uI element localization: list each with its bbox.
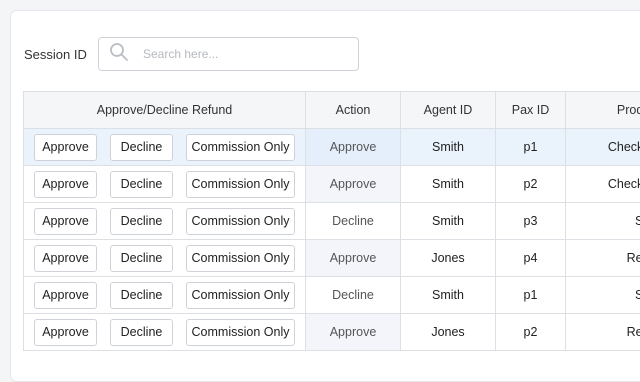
- session-id-label: Session ID: [24, 47, 98, 62]
- refund-buttons-cell: Approve Decline Commission Only: [24, 240, 306, 277]
- decline-button[interactable]: Decline: [110, 171, 173, 198]
- header-agent-id[interactable]: Agent ID: [401, 92, 496, 129]
- decline-button[interactable]: Decline: [110, 319, 173, 346]
- session-search-box[interactable]: [98, 37, 359, 71]
- commission-only-button[interactable]: Commission Only: [186, 208, 295, 235]
- agent-id-cell[interactable]: Jones: [401, 240, 496, 277]
- commission-only-button[interactable]: Commission Only: [186, 319, 295, 346]
- refund-buttons-cell: Approve Decline Commission Only: [24, 203, 306, 240]
- search-icon: [109, 42, 129, 67]
- refund-table: Approve/Decline Refund Action Agent ID P…: [23, 91, 640, 351]
- action-cell[interactable]: Approve: [306, 166, 401, 203]
- header-pax-id[interactable]: Pax ID: [496, 92, 566, 129]
- commission-only-button[interactable]: Commission Only: [186, 134, 295, 161]
- table-row[interactable]: ApproveDeclineCommission OnlyApproveSmit…: [24, 129, 640, 166]
- action-cell[interactable]: Approve: [306, 240, 401, 277]
- approve-button[interactable]: Approve: [34, 134, 97, 161]
- pax-id-cell[interactable]: p3: [496, 203, 566, 240]
- pax-id-cell[interactable]: p1: [496, 277, 566, 314]
- commission-only-button[interactable]: Commission Only: [186, 245, 295, 272]
- approve-button[interactable]: Approve: [34, 319, 97, 346]
- table-row[interactable]: ApproveDeclineCommission OnlyApproveSmit…: [24, 166, 640, 203]
- agent-id-cell[interactable]: Smith: [401, 129, 496, 166]
- pax-id-cell[interactable]: p2: [496, 166, 566, 203]
- commission-only-button[interactable]: Commission Only: [186, 282, 295, 309]
- table-row[interactable]: ApproveDeclineCommission OnlyDeclineSmit…: [24, 203, 640, 240]
- approve-button[interactable]: Approve: [34, 208, 97, 235]
- decline-button[interactable]: Decline: [110, 208, 173, 235]
- product-cell[interactable]: Refun: [566, 314, 640, 351]
- agent-id-cell[interactable]: Smith: [401, 166, 496, 203]
- pax-id-cell[interactable]: p4: [496, 240, 566, 277]
- table-row[interactable]: ApproveDeclineCommission OnlyDeclineSmit…: [24, 277, 640, 314]
- action-cell[interactable]: Approve: [306, 129, 401, 166]
- refund-buttons-cell: Approve Decline Commission Only: [24, 129, 306, 166]
- table-header-row: Approve/Decline Refund Action Agent ID P…: [24, 92, 640, 129]
- header-approve-decline[interactable]: Approve/Decline Refund: [24, 92, 306, 129]
- approve-button[interactable]: Approve: [34, 245, 97, 272]
- refund-buttons-cell: Approve Decline Commission Only: [24, 166, 306, 203]
- product-cell[interactable]: Checking: [566, 129, 640, 166]
- action-cell[interactable]: Decline: [306, 277, 401, 314]
- commission-only-button[interactable]: Commission Only: [186, 171, 295, 198]
- approve-button[interactable]: Approve: [34, 171, 97, 198]
- table-row[interactable]: ApproveDeclineCommission OnlyApproveJone…: [24, 240, 640, 277]
- agent-id-cell[interactable]: Jones: [401, 314, 496, 351]
- agent-id-cell[interactable]: Smith: [401, 203, 496, 240]
- session-search-row: Session ID: [24, 36, 359, 72]
- approve-button[interactable]: Approve: [34, 282, 97, 309]
- product-cell[interactable]: Ship: [566, 277, 640, 314]
- decline-button[interactable]: Decline: [110, 134, 173, 161]
- product-cell[interactable]: Refun: [566, 240, 640, 277]
- header-product[interactable]: Product: [566, 92, 640, 129]
- product-cell[interactable]: Checking: [566, 166, 640, 203]
- pax-id-cell[interactable]: p2: [496, 314, 566, 351]
- product-cell[interactable]: Ship: [566, 203, 640, 240]
- decline-button[interactable]: Decline: [110, 282, 173, 309]
- decline-button[interactable]: Decline: [110, 245, 173, 272]
- action-cell[interactable]: Approve: [306, 314, 401, 351]
- session-id-search-input[interactable]: [141, 46, 345, 62]
- action-cell[interactable]: Decline: [306, 203, 401, 240]
- grid-panel: Session ID Approve/Decline Refund Action…: [10, 10, 640, 382]
- table-row[interactable]: ApproveDeclineCommission OnlyApproveJone…: [24, 314, 640, 351]
- pax-id-cell[interactable]: p1: [496, 129, 566, 166]
- agent-id-cell[interactable]: Smith: [401, 277, 496, 314]
- header-action[interactable]: Action: [306, 92, 401, 129]
- refund-buttons-cell: Approve Decline Commission Only: [24, 314, 306, 351]
- refund-buttons-cell: Approve Decline Commission Only: [24, 277, 306, 314]
